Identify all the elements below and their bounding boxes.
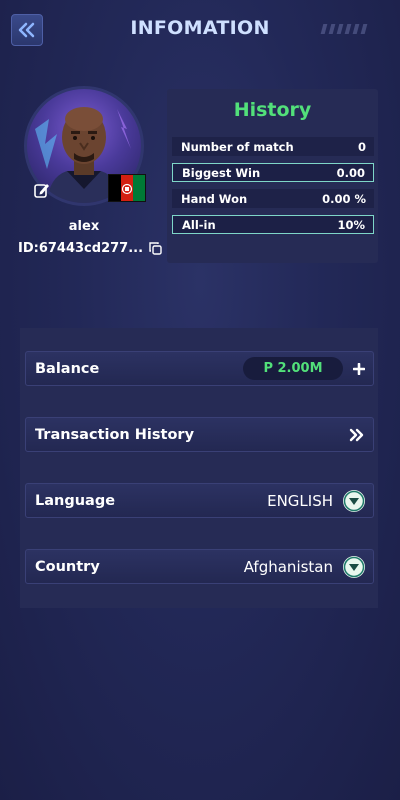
transaction-history-label: Transaction History	[35, 426, 195, 443]
country-dropdown-button[interactable]	[343, 555, 365, 578]
history-value: 0.00 %	[322, 191, 366, 206]
history-value: 0	[357, 139, 366, 154]
flag-emblem-icon	[121, 183, 133, 195]
user-id: ID:67443cd277...	[18, 241, 162, 256]
flag-stripe-red	[121, 175, 133, 201]
edit-icon[interactable]	[34, 182, 50, 198]
language-row[interactable]: Language ENGLISH	[25, 483, 374, 518]
dropdown-triangle-icon	[343, 490, 365, 511]
history-label: Hand Won	[181, 191, 248, 206]
balance-row: Balance P 2.00M	[25, 351, 374, 386]
history-row-matches: Number of match 0	[172, 137, 374, 156]
language-label: Language	[35, 492, 116, 509]
dropdown-triangle-icon	[343, 556, 365, 577]
history-row-biggest-win: Biggest Win 0.00	[172, 163, 374, 182]
double-chevron-right-icon	[349, 428, 364, 441]
balance-label: Balance	[35, 360, 100, 377]
history-label: Biggest Win	[182, 165, 261, 180]
header-decoration	[320, 24, 368, 34]
history-row-hand-won: Hand Won 0.00 %	[172, 189, 374, 208]
history-value: 10%	[337, 217, 365, 232]
flag-stripe-green	[133, 175, 145, 201]
history-label: All-in	[182, 217, 216, 232]
transaction-history-row[interactable]: Transaction History	[25, 417, 374, 452]
balance-value: P 2.00M	[243, 357, 343, 380]
history-panel: History Number of match 0 Biggest Win 0.…	[167, 89, 378, 263]
country-flag	[108, 174, 146, 202]
settings-panel: Balance P 2.00M Transaction History Lang…	[20, 328, 378, 608]
country-row[interactable]: Country Afghanistan	[25, 549, 374, 584]
plus-icon[interactable]	[353, 362, 365, 375]
header: INFOMATION	[0, 0, 400, 60]
user-id-text: ID:67443cd277...	[18, 241, 144, 256]
language-dropdown-button[interactable]	[343, 489, 365, 512]
username: alex	[68, 219, 100, 234]
country-label: Country	[35, 558, 100, 575]
avatar-container	[24, 86, 148, 210]
history-value: 0.00	[336, 165, 365, 180]
copy-icon[interactable]	[149, 242, 162, 255]
flag-stripe-black	[109, 175, 121, 201]
history-title: History	[233, 99, 312, 121]
history-row-all-in: All-in 10%	[172, 215, 374, 234]
language-value: ENGLISH	[267, 491, 333, 510]
history-label: Number of match	[181, 139, 294, 154]
country-value: Afghanistan	[243, 557, 333, 576]
